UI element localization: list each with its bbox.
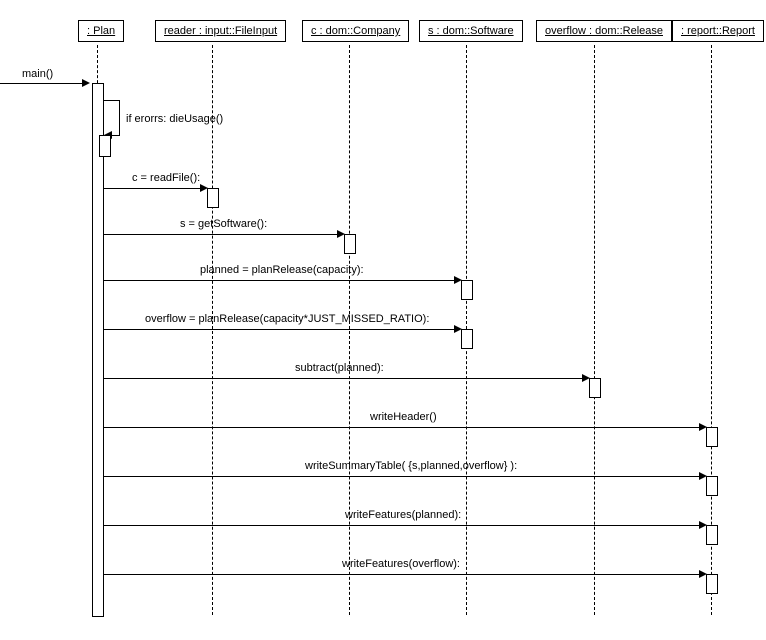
participant-reader: reader : input::FileInput [155,20,286,42]
participant-plan: : Plan [78,20,124,42]
msg-line [104,476,701,477]
msg-die-usage-label: if erorrs: dieUsage() [126,113,223,125]
msg-line [104,234,339,235]
activation-self [99,135,111,157]
sequence-diagram: : Plan reader : input::FileInput c : dom… [0,0,766,640]
participant-release: overflow : dom::Release [536,20,672,42]
msg-subtract-label: subtract(planned): [295,362,384,374]
msg-line [104,525,701,526]
msg-line [104,329,456,330]
msg-line [104,427,701,428]
self-loop [104,100,119,101]
activation-report-4 [706,574,718,594]
activation-plan [92,83,104,617]
participant-software: s : dom::Software [419,20,523,42]
participant-report: : report::Report [672,20,764,42]
participant-company: c : dom::Company [302,20,409,42]
activation-report-3 [706,525,718,545]
lifeline-release [594,45,595,615]
activation-software-2 [461,329,473,349]
msg-line [104,378,584,379]
msg-writefeatures1-label: writeFeatures(planned): [345,509,461,521]
activation-release [589,378,601,398]
msg-planrelease1-label: planned = planRelease(capacity): [200,264,364,276]
participant-label: reader : input::FileInput [164,25,277,37]
activation-company [344,234,356,254]
participant-label: overflow : dom::Release [545,25,663,37]
activation-report-1 [706,427,718,447]
lifeline-reader [212,45,213,615]
activation-software-1 [461,280,473,300]
entry-call-line [0,83,82,84]
participant-label: s : dom::Software [428,25,514,37]
participant-label: : Plan [87,25,115,37]
msg-writefeatures2-label: writeFeatures(overflow): [342,558,460,570]
msg-getsoftware-label: s = getSoftware(): [180,218,267,230]
msg-writesummary-label: writeSummaryTable( {s,planned,overflow} … [305,460,517,472]
self-loop [119,100,120,135]
msg-line [104,280,456,281]
arrow-icon [82,79,90,87]
activation-report-2 [706,476,718,496]
self-loop [112,135,120,136]
activation-reader [207,188,219,208]
msg-readfile-label: c = readFile(): [132,172,200,184]
participant-label: c : dom::Company [311,25,400,37]
msg-line [104,574,701,575]
participant-label: : report::Report [681,25,755,37]
msg-planrelease2-label: overflow = planRelease(capacity*JUST_MIS… [145,313,429,325]
msg-line [104,188,202,189]
entry-call-label: main() [22,68,53,80]
msg-writeheader-label: writeHeader() [370,411,437,423]
lifeline-company [349,45,350,615]
